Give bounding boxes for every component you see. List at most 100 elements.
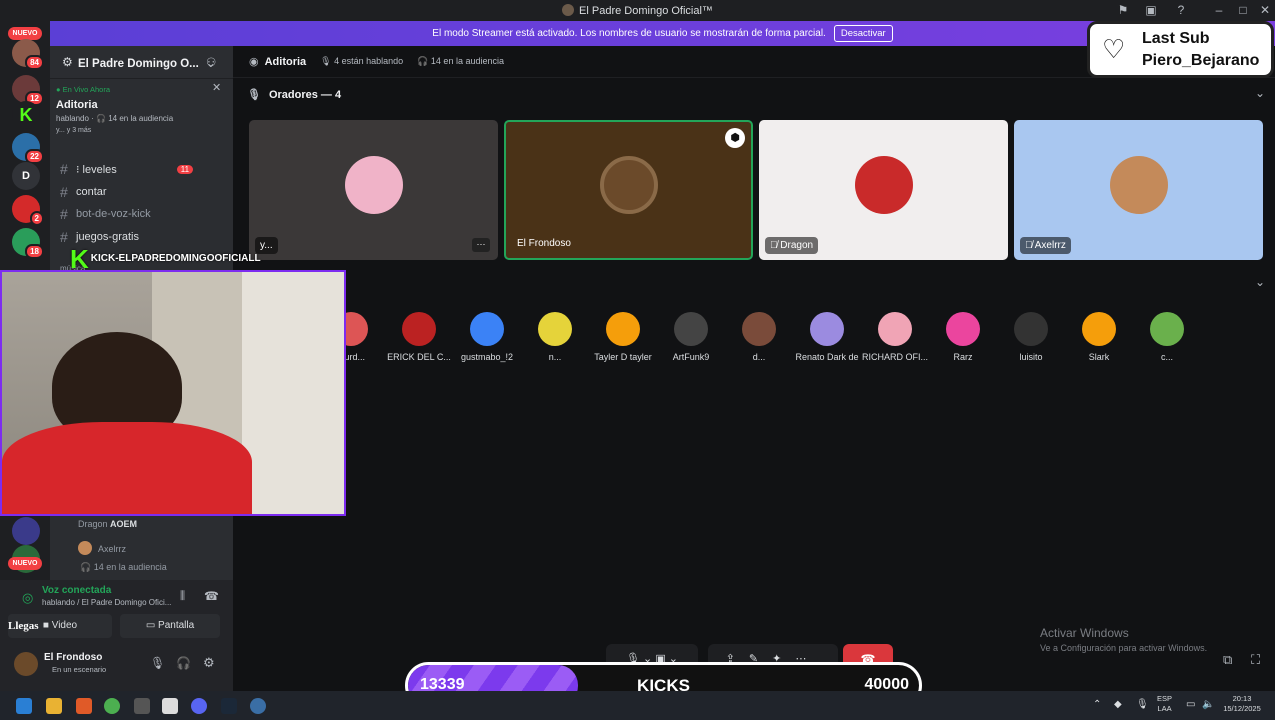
inbox-flag-icon[interactable]: ⚑ <box>1116 3 1130 17</box>
settings-gear-icon[interactable]: ⚙ <box>203 655 215 671</box>
server-avatar-icon <box>562 4 575 16</box>
disconnect-icon[interactable]: ☎ <box>204 589 219 603</box>
server-shield-icon: ⚙ <box>62 55 73 69</box>
tray-chevron-icon[interactable]: ⌃ <box>1093 699 1101 710</box>
hash-icon: # <box>60 206 68 222</box>
audience-name: gustmabo_!2 <box>460 352 514 362</box>
clock[interactable]: 20:13 15/12/2025 <box>1222 694 1262 714</box>
unread-badge: 11 <box>176 164 194 174</box>
live-label: ● En Vivo Ahora <box>56 85 111 94</box>
steam-icon[interactable] <box>221 698 237 714</box>
windows-activation-title: Activar Windows <box>1040 626 1129 640</box>
avatar <box>810 312 844 346</box>
audience-member[interactable]: Tayler D tayler <box>588 312 658 362</box>
live-now-card[interactable]: ● En Vivo Ahora Aditoria hablando · 🎧 14… <box>56 81 226 149</box>
camera-icon: ■ <box>42 620 49 631</box>
app-icon[interactable] <box>134 698 150 714</box>
server-avatar[interactable]: 12 <box>12 75 44 106</box>
avatar <box>538 312 572 346</box>
avatar <box>402 312 436 346</box>
avatar <box>742 312 776 346</box>
server-avatar[interactable] <box>12 517 40 545</box>
live-participants: y... y 3 más <box>56 127 92 134</box>
kick-server-icon[interactable]: K <box>12 101 40 129</box>
avatar <box>674 312 708 346</box>
username: El Frondoso <box>44 652 103 663</box>
audience-name: ArtFunk9 <box>672 352 710 362</box>
audience-member[interactable]: c... <box>1132 312 1202 362</box>
audience-member[interactable]: ERICK DEL C... <box>384 312 454 362</box>
llegas-label: Llegas <box>8 620 39 632</box>
fullscreen-icon[interactable]: ⛶ <box>1251 652 1260 668</box>
microphone-icon[interactable]: 🎙 <box>150 656 165 670</box>
audience-member[interactable]: gustmabo_!2 <box>452 312 522 362</box>
video-button[interactable]: Llegas ■ Video <box>8 614 112 638</box>
audience-member[interactable]: n... <box>520 312 590 362</box>
server-header[interactable]: ⚙ El Padre Domingo O... ⌄ ⚇ <box>50 46 233 79</box>
close-window-icon[interactable]: ✕ <box>1258 3 1272 17</box>
volume-icon[interactable]: 🔈 <box>1202 699 1214 710</box>
channel-contar[interactable]: # contar <box>60 183 107 201</box>
language-indicator[interactable]: ESP LAA <box>1157 694 1172 714</box>
voice-user-dragon[interactable]: Dragon AOEM <box>78 519 137 529</box>
app-icon[interactable] <box>162 698 178 714</box>
audience-name: luisito <box>1019 352 1043 362</box>
avatar[interactable] <box>14 652 38 676</box>
audience-name: Rarz <box>953 352 973 362</box>
network-icon[interactable]: ▭ <box>1186 699 1195 710</box>
chrome-icon[interactable] <box>104 698 120 714</box>
voice-user-axelrrz[interactable]: Axelrrz <box>78 541 126 555</box>
audience-member[interactable]: luisito <box>996 312 1066 362</box>
discord-icon[interactable] <box>191 698 207 714</box>
live-channel-name: Aditoria <box>56 99 98 111</box>
maximize-icon[interactable]: □ <box>1236 3 1250 17</box>
voice-connected-icon: ◎ <box>22 590 34 605</box>
tray-app-icon[interactable]: ◆ <box>1114 699 1122 710</box>
minimize-icon[interactable]: – <box>1212 3 1226 17</box>
audience-member[interactable]: Renato Dark de <box>792 312 862 362</box>
hash-icon: # <box>60 161 68 177</box>
audience-member[interactable]: Rarz <box>928 312 998 362</box>
channel-leveles[interactable]: # ⁝ leveles 11 <box>60 160 194 178</box>
tray-mic-icon[interactable]: 🎙 <box>1136 699 1149 710</box>
windows-start-icon[interactable] <box>16 698 32 714</box>
avatar <box>1150 312 1184 346</box>
brave-browser-icon[interactable] <box>76 698 92 714</box>
server-avatar[interactable]: 84 <box>12 39 44 70</box>
audience-member[interactable]: RICHARD OFI... <box>860 312 930 362</box>
webcam-wall <box>242 272 344 514</box>
live-meta: hablando · 🎧 14 en la audiencia <box>56 114 174 123</box>
last-sub-overlay: ♡ Last Sub Piero_Bejarano <box>1087 21 1274 78</box>
settings-icon[interactable] <box>250 698 266 714</box>
window-title: El Padre Domingo Oficial™ <box>0 4 1275 17</box>
windows-activation-sub: Ve a Configuración para activar Windows. <box>1040 643 1208 653</box>
audience-member[interactable]: ArtFunk9 <box>656 312 726 362</box>
webcam-person-shirt <box>2 422 252 514</box>
avatar <box>470 312 504 346</box>
noise-suppression-icon[interactable]: ⫼ <box>180 590 185 603</box>
server-avatar[interactable]: 18 <box>12 228 44 259</box>
popout-icon[interactable]: ⧉ <box>1223 652 1232 668</box>
server-avatar[interactable]: 2 <box>12 195 44 226</box>
server-avatar[interactable]: 22 <box>12 133 44 164</box>
avatar <box>946 312 980 346</box>
server-letter-icon[interactable]: D <box>12 162 40 190</box>
channel-bot-de-voz-kick[interactable]: # bot-de-voz-kick <box>60 205 151 223</box>
screen-share-icon[interactable]: ▣ <box>1144 3 1158 17</box>
invite-people-icon[interactable]: ⚇ <box>206 55 216 69</box>
close-icon[interactable]: ✕ <box>212 81 221 94</box>
audience-name: c... <box>1160 352 1173 362</box>
avatar <box>606 312 640 346</box>
voice-audience-count[interactable]: 🎧 14 en la audiencia <box>80 562 167 573</box>
audience-member[interactable]: d... <box>724 312 794 362</box>
disable-streamer-button[interactable]: Desactivar <box>833 25 893 42</box>
screen-share-button[interactable]: ▭ Pantalla <box>120 614 220 638</box>
headphones-icon[interactable]: 🎧 <box>176 656 191 670</box>
last-sub-title: Last Sub <box>1142 30 1210 47</box>
screen-icon: ▭ <box>145 620 156 631</box>
audience-member[interactable]: Slark <box>1064 312 1134 362</box>
help-icon[interactable]: ? <box>1174 3 1188 17</box>
user-panel: ◎ Voz conectada hablando / El Padre Domi… <box>0 580 233 691</box>
audience-name: d... <box>752 352 766 362</box>
file-explorer-icon[interactable] <box>46 698 62 714</box>
